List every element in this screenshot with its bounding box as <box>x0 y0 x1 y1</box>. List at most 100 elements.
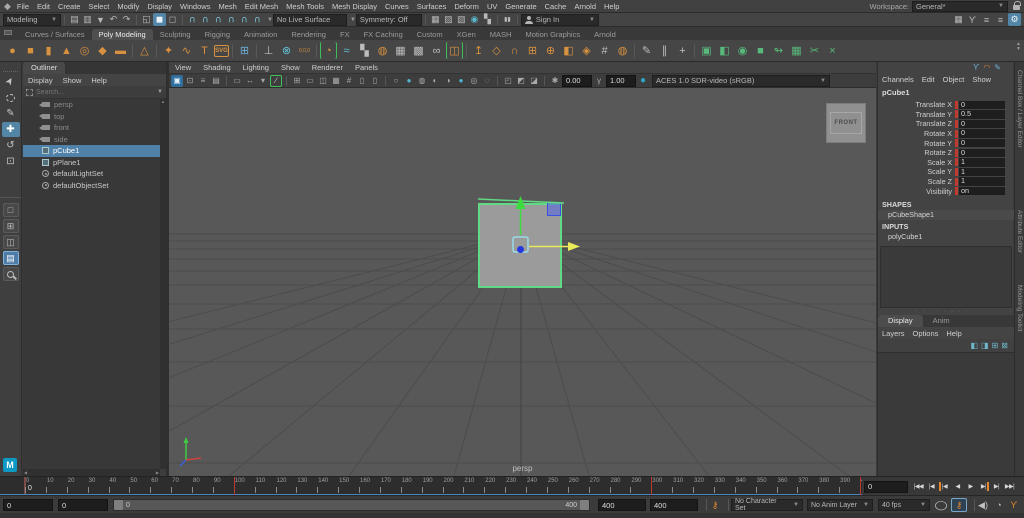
boolean-union-icon[interactable]: ▣ <box>698 42 715 59</box>
current-frame-field[interactable] <box>864 481 908 493</box>
side-tab-channel-box-layer-editor[interactable]: Channel Box / Layer Editor <box>1016 70 1023 148</box>
target-weld-icon[interactable]: + <box>674 42 691 59</box>
delete-edge-icon[interactable]: × <box>824 42 841 59</box>
play-backwards-button[interactable]: ◀ <box>951 479 964 494</box>
gate-mask-icon[interactable]: ▦ <box>330 75 342 87</box>
duplicate-face-icon[interactable]: ◧ <box>560 42 577 59</box>
shelf-tab-curves-surfaces[interactable]: Curves / Surfaces <box>18 29 92 40</box>
channel-value-field[interactable]: 1 <box>959 177 1005 186</box>
menu-edit-mesh[interactable]: Edit Mesh <box>241 0 282 13</box>
outliner-menu-help[interactable]: Help <box>86 76 111 85</box>
poly-torus-icon[interactable]: ◎ <box>76 42 93 59</box>
cut-mesh-icon[interactable]: ✂ <box>806 42 823 59</box>
channel-value-field[interactable]: 0 <box>959 120 1005 129</box>
lock-camera-icon[interactable]: ⊡ <box>184 75 196 87</box>
poly-disc-icon[interactable]: ▬ <box>112 42 129 59</box>
snap-to-grid-icon[interactable]: ∪ <box>186 13 199 26</box>
channel-label[interactable]: Rotate Y <box>878 139 955 148</box>
motion-blur-icon[interactable]: ◎ <box>468 75 480 87</box>
animation-end-field[interactable] <box>650 499 698 511</box>
outliner-horizontal-scrollbar[interactable]: ◀▶ <box>23 469 160 476</box>
poly-text-icon[interactable]: T <box>196 42 213 59</box>
menu-set-combo[interactable]: Modeling ▼ <box>3 14 61 26</box>
extrude-icon[interactable]: ↥ <box>470 42 487 59</box>
live-surface-combo[interactable]: No Live Surface <box>273 14 347 26</box>
menu-help[interactable]: Help <box>600 0 623 13</box>
shelf-tab-mash[interactable]: MASH <box>483 29 519 40</box>
step-back-frame-button[interactable]: |◀ <box>925 479 938 494</box>
workspace-combo[interactable]: General* ▼ <box>912 1 1008 12</box>
poly-cube-icon[interactable]: ■ <box>22 42 39 59</box>
scroll-right-icon[interactable]: ▶ <box>156 470 159 475</box>
textured-icon[interactable]: ◍ <box>416 75 428 87</box>
layout-zoom[interactable] <box>3 267 19 281</box>
colorspace-combo[interactable]: ACES 1.0 SDR-video (sRGB)▼ <box>652 75 830 87</box>
shape-node-row[interactable]: pCubeShape1 <box>878 210 1014 220</box>
xray-icon[interactable]: ◩ <box>515 75 527 87</box>
retopologize-icon[interactable]: ▦ <box>788 42 805 59</box>
outliner-item-pplane1[interactable]: pPlane1 <box>23 157 160 169</box>
divisions-display-icon[interactable]: ▚ <box>356 42 373 59</box>
safe-action-icon[interactable]: ▯ <box>356 75 368 87</box>
shaded-icon[interactable]: ● <box>403 75 415 87</box>
menu-mesh-tools[interactable]: Mesh Tools <box>282 0 328 13</box>
lasso-tool[interactable] <box>2 90 20 105</box>
ambient-occlusion-icon[interactable]: ● <box>455 75 467 87</box>
launch-hypershade-icon[interactable]: ▚ <box>481 13 494 26</box>
joint-xray-icon[interactable]: ◪ <box>528 75 540 87</box>
time-slider[interactable]: 0 01020304050607080901001101201301401501… <box>0 476 1024 495</box>
curve-tool-icon[interactable]: ∿ <box>178 42 195 59</box>
platonic-solid-icon[interactable]: △ <box>136 42 153 59</box>
shelf-tab-motion-graphics[interactable]: Motion Graphics <box>518 29 587 40</box>
layer-menu-help[interactable]: Help <box>942 329 965 338</box>
save-scene-icon[interactable]: ▼ <box>94 13 107 26</box>
viewport-menu-shading[interactable]: Shading <box>197 63 237 72</box>
sphere-projection-icon[interactable]: ◍ <box>614 42 631 59</box>
tool-settings-toggle-icon[interactable]: ⚙ <box>1008 13 1021 26</box>
channel-label[interactable]: Visibility <box>878 187 955 196</box>
time-slider-track[interactable]: 0 01020304050607080901001101201301401501… <box>0 477 862 496</box>
layer-tab-anim[interactable]: Anim <box>923 315 960 327</box>
shadows-icon[interactable]: ◑ <box>442 75 454 87</box>
snap-to-point-icon[interactable]: ∪ <box>212 13 225 26</box>
channel-figure-icon[interactable]: ϒ <box>973 63 979 72</box>
exposure-field[interactable] <box>562 75 592 87</box>
move-tool[interactable]: ✚ <box>2 122 20 137</box>
symmetry-link-icon[interactable]: ∞ <box>428 42 445 59</box>
fps-combo[interactable]: 40 fps ▼ <box>878 499 930 511</box>
outliner-item-top[interactable]: top <box>23 111 160 123</box>
viewport-menu-show[interactable]: Show <box>275 63 306 72</box>
crease-set-icon[interactable]: ◍ <box>374 42 391 59</box>
character-set-combo[interactable]: No Character Set ▼ <box>731 499 803 511</box>
step-back-key-button[interactable]: |◀ <box>938 479 951 494</box>
create-empty-layer-icon[interactable]: ⊞ <box>992 341 999 350</box>
step-forward-key-button[interactable]: ▶| <box>977 479 990 494</box>
snap-to-view-plane-icon[interactable]: ∪ <box>238 13 251 26</box>
create-layer-from-selected-icon[interactable]: ⊠ <box>1001 341 1008 350</box>
side-tab-modeling-toolkit[interactable]: Modeling Toolkit <box>1016 285 1023 332</box>
layer-menu-options[interactable]: Options <box>909 329 943 338</box>
symmetry-combo[interactable]: Symmetry: Off <box>356 14 422 26</box>
view-cube[interactable]: FRONT <box>826 103 866 143</box>
render-current-frame-icon[interactable]: ▨ <box>442 13 455 26</box>
step-forward-frame-button[interactable]: ▶| <box>990 479 1003 494</box>
outliner-item-defaultlightset[interactable]: defaultLightSet <box>23 168 160 180</box>
select-tool[interactable]: ➤ <box>2 74 20 89</box>
outliner-item-pcube1[interactable]: pCube1 <box>23 145 160 157</box>
remesh-icon[interactable]: ↬ <box>770 42 787 59</box>
animation-start-field[interactable] <box>3 499 53 511</box>
poly-cone-icon[interactable]: ▲ <box>58 42 75 59</box>
grid-display-icon[interactable]: ▩ <box>410 42 427 59</box>
open-scene-icon[interactable]: ▥ <box>81 13 94 26</box>
go-to-end-button[interactable]: ▶▶| <box>1003 479 1016 494</box>
layout-two-pane[interactable]: ◫ <box>3 235 19 249</box>
poly-sphere-icon[interactable]: ● <box>4 42 21 59</box>
character-key-icon[interactable]: ϒ <box>1007 499 1021 511</box>
set-key-icon[interactable]: ⚷ <box>708 499 722 511</box>
scroll-left-icon[interactable]: ◀ <box>24 470 27 475</box>
menu-create[interactable]: Create <box>54 0 85 13</box>
playback-start-field[interactable] <box>58 499 108 511</box>
menu-mesh-display[interactable]: Mesh Display <box>328 0 381 13</box>
construction-aim-icon[interactable]: ⊥ <box>260 42 277 59</box>
wireframe-icon[interactable]: ○ <box>390 75 402 87</box>
